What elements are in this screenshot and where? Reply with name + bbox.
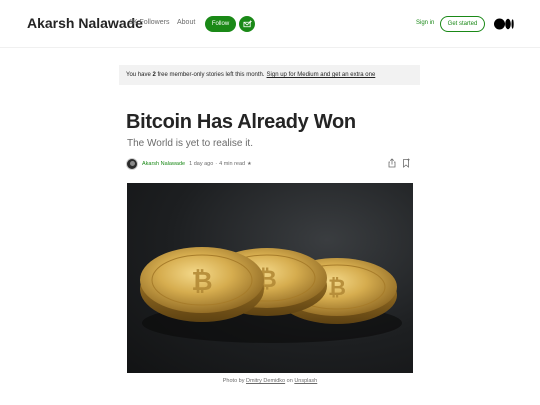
unsplash-link[interactable]: Unsplash: [294, 378, 317, 384]
banner-story-count: 2: [152, 72, 156, 78]
caption-on: on: [286, 378, 293, 384]
article-subtitle: The World is yet to realise it.: [127, 138, 253, 149]
meta-separator: ·: [215, 160, 218, 167]
svg-text:₿: ₿: [191, 267, 212, 297]
published-time: 1 day ago: [189, 160, 214, 167]
about-link[interactable]: About: [177, 19, 195, 26]
photographer-link[interactable]: Dmitry Demidko: [246, 378, 285, 384]
follow-button[interactable]: Follow: [205, 16, 236, 32]
article-hero-image: ₿ ₿ ₿: [127, 183, 413, 373]
subscribe-email-button[interactable]: [239, 16, 255, 32]
bookmark-icon[interactable]: [401, 158, 411, 168]
top-navigation-bar: Akarsh Nalawade 1K Followers About Follo…: [0, 0, 540, 48]
member-stories-banner: You have 2 free member-only stories left…: [119, 65, 420, 85]
author-avatar[interactable]: [126, 157, 138, 170]
mail-plus-icon: [242, 19, 252, 27]
author-name[interactable]: Akarsh Nalawade: [142, 161, 185, 167]
get-started-button[interactable]: Get started: [440, 16, 485, 32]
share-icon[interactable]: [387, 158, 397, 168]
caption-prefix: Photo by: [222, 378, 245, 384]
sign-in-link[interactable]: Sign in: [416, 20, 434, 26]
article-title: Bitcoin Has Already Won: [126, 111, 356, 133]
image-caption: Photo by Dmitry Demidko on Unsplash: [0, 378, 540, 384]
banner-text-middle: free member-only stories left this month…: [157, 72, 265, 78]
bitcoin-coins-image: ₿ ₿ ₿: [140, 247, 402, 343]
member-only-star-icon: ★: [247, 160, 252, 167]
followers-count[interactable]: 1K Followers: [129, 19, 169, 26]
read-time: 4 min read: [219, 160, 246, 167]
svg-text:₿: ₿: [328, 276, 346, 301]
publication-name[interactable]: Akarsh Nalawade: [27, 15, 143, 31]
signup-link[interactable]: Sign up for Medium and get an extra one: [267, 72, 376, 78]
banner-text-prefix: You have: [126, 72, 151, 78]
article-meta: Akarsh Nalawade 1 day ago · 4 min read ★: [126, 157, 252, 170]
medium-logo-icon[interactable]: [494, 18, 514, 30]
